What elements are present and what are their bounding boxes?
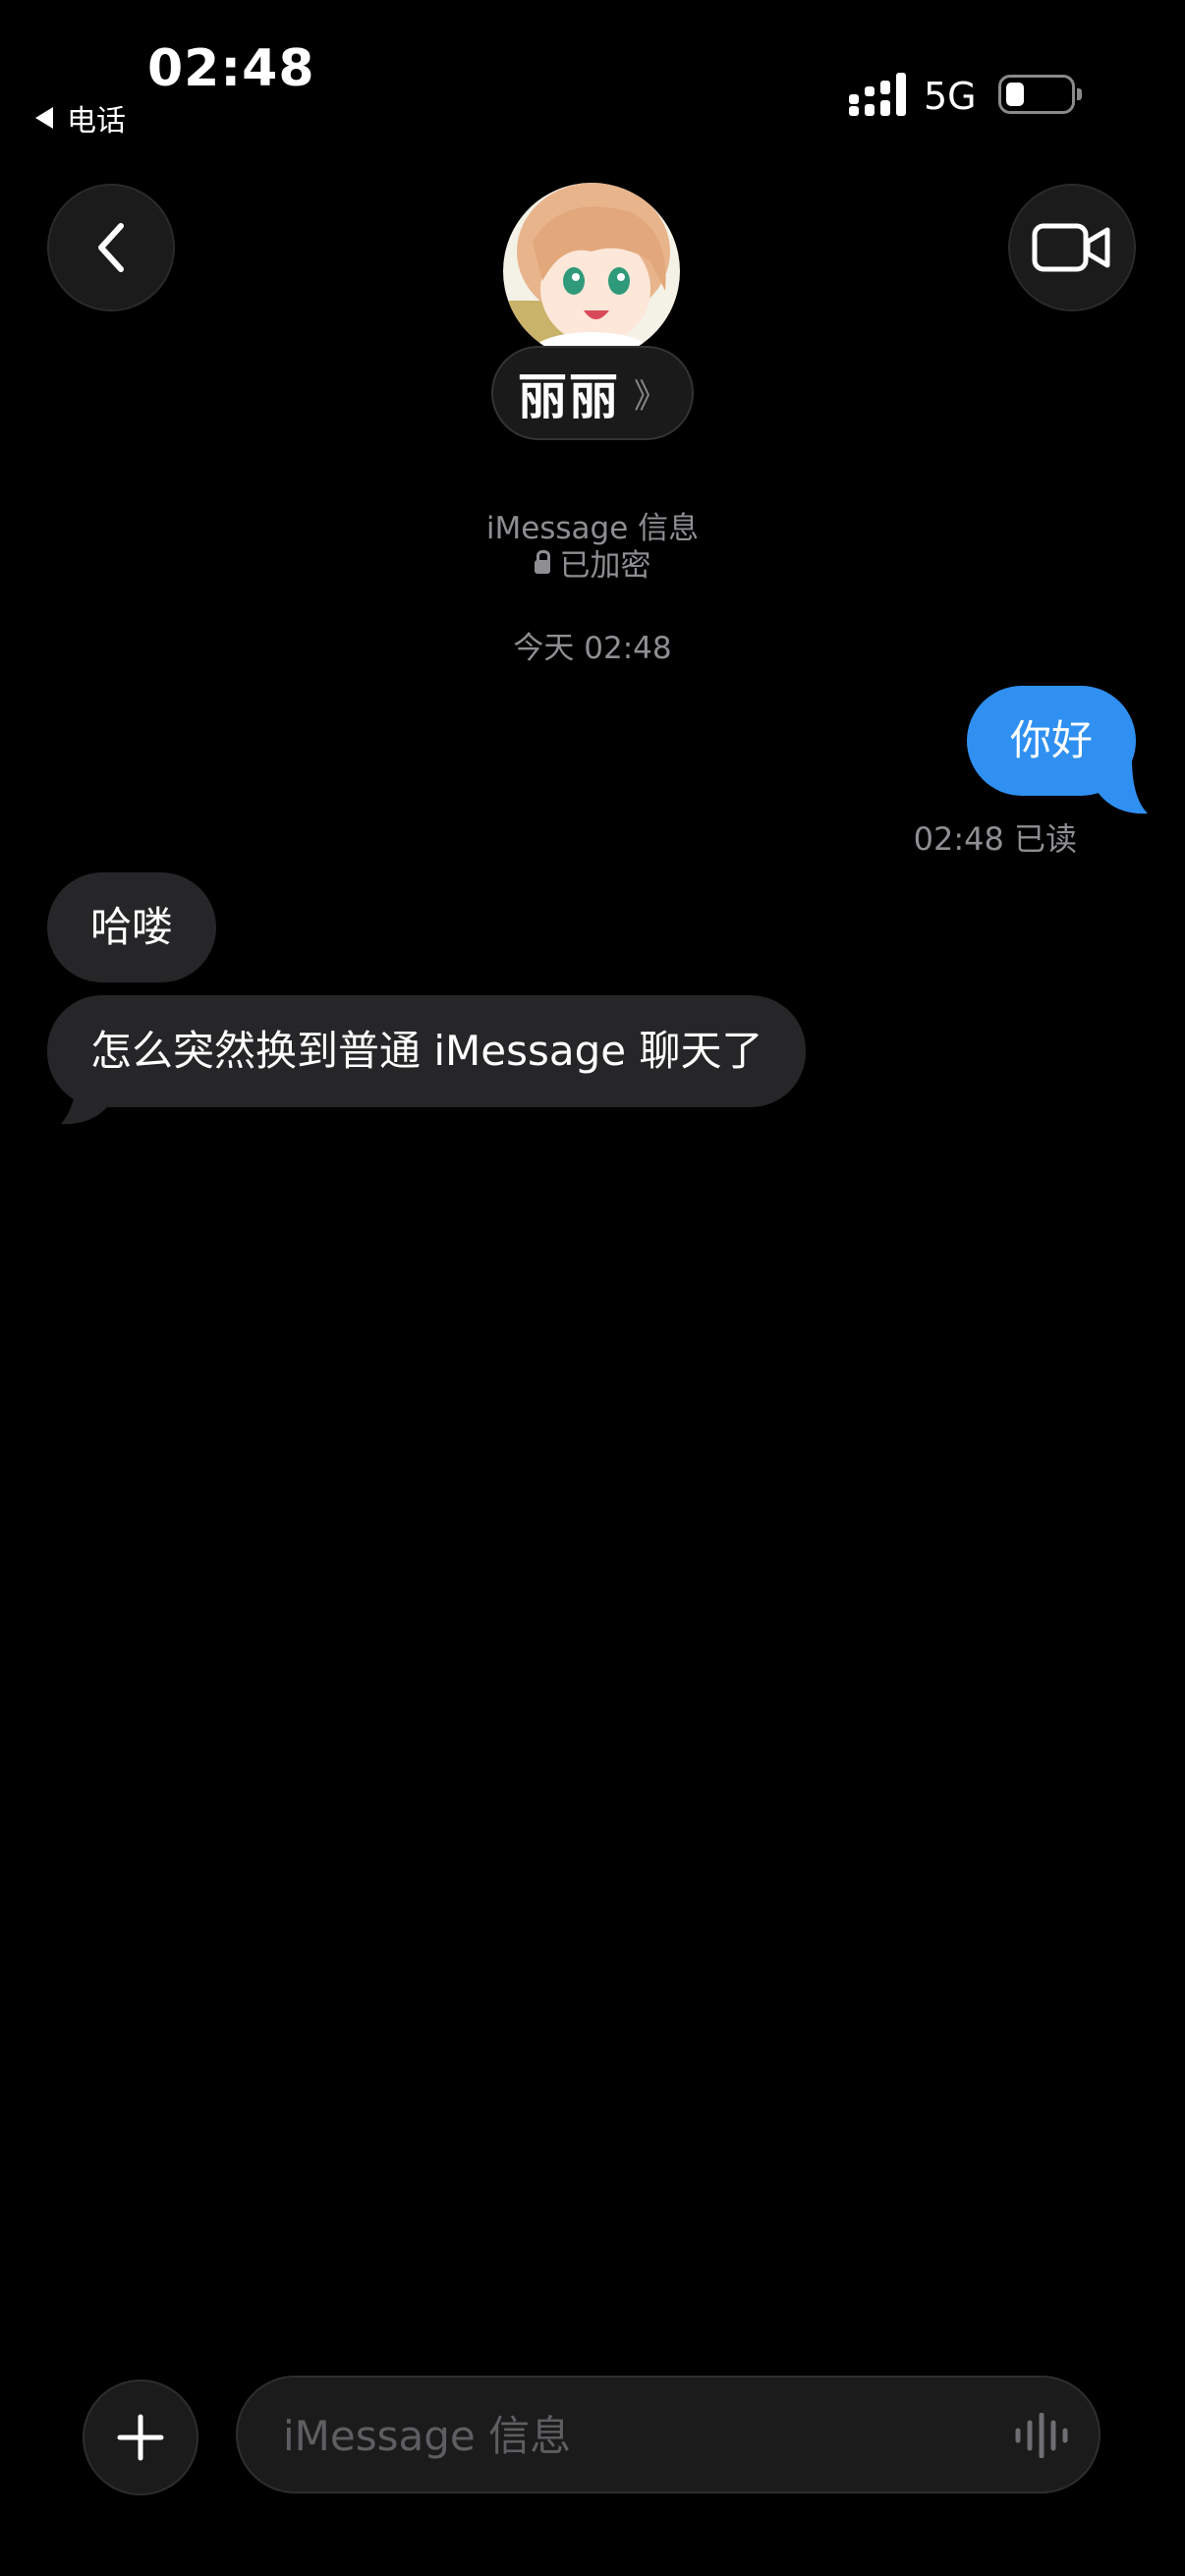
avatar-image — [503, 183, 680, 360]
back-app-label: 电话 — [67, 104, 126, 139]
plus-icon — [117, 2414, 164, 2461]
contact-name-button[interactable]: 丽丽 》 — [491, 346, 694, 440]
received-message-bubble[interactable]: 怎么突然换到普通 iMessage 聊天了 — [47, 995, 807, 1107]
back-to-app-link[interactable]: 电话 — [35, 96, 126, 140]
read-receipt: 02:48 已读 — [913, 820, 1077, 858]
contact-name: 丽丽 — [518, 368, 620, 425]
encryption-status: 已加密 — [0, 540, 1185, 585]
lock-icon — [534, 549, 550, 574]
message-input-container[interactable] — [236, 2376, 1100, 2493]
encryption-label: 已加密 — [559, 548, 651, 584]
sent-message-bubble[interactable]: 你好 — [967, 686, 1137, 796]
received-message-bubble[interactable]: 哈喽 — [47, 872, 217, 982]
chevron-left-icon — [98, 223, 124, 272]
signal-strength-icon — [849, 73, 906, 116]
video-camera-icon — [1032, 223, 1110, 272]
chevron-right-icon: 》 — [634, 376, 667, 417]
network-type: 5G — [924, 75, 977, 118]
back-triangle-icon — [35, 107, 53, 129]
add-attachment-button[interactable] — [83, 2380, 198, 2495]
conversation-timestamp: 今天 02:48 — [513, 631, 672, 666]
back-button[interactable] — [47, 184, 175, 311]
status-time: 02:48 — [147, 39, 315, 98]
facetime-video-button[interactable] — [1008, 184, 1136, 311]
audio-waveform-icon[interactable] — [1014, 2413, 1069, 2458]
message-input[interactable] — [281, 2378, 973, 2493]
contact-avatar[interactable] — [503, 183, 680, 360]
battery-icon — [998, 75, 1082, 114]
